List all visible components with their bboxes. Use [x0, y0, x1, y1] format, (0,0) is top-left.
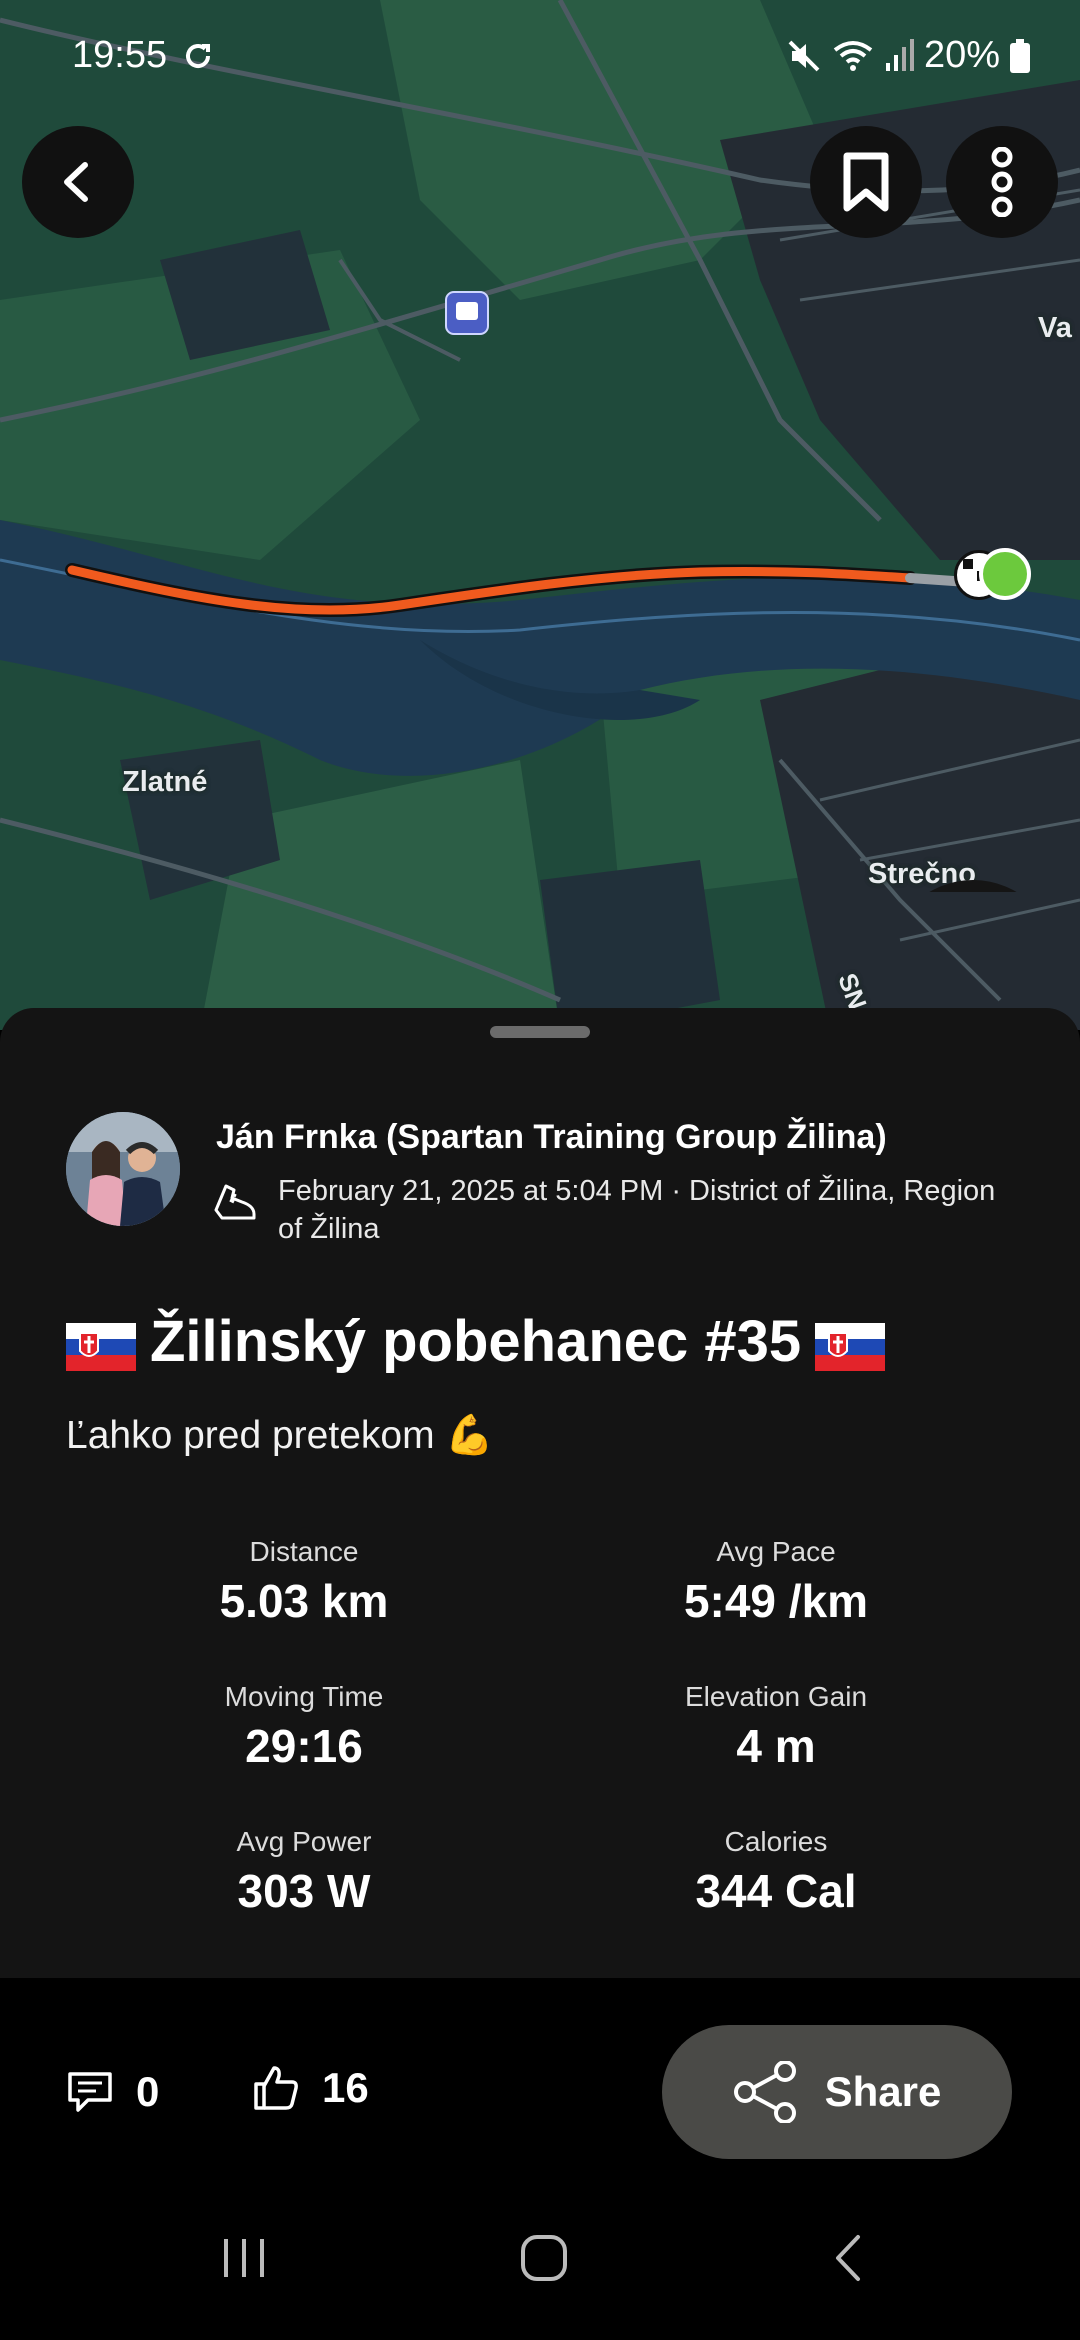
stat-calories: Calories 344 Cal	[566, 1826, 986, 1918]
system-nav-bar	[0, 2178, 1080, 2340]
stat-moving-time: Moving Time 29:16	[94, 1681, 514, 1773]
activity-actions-bar: 0 16 Share	[0, 1978, 1080, 2178]
status-bar: 19:55 20%	[0, 0, 1080, 120]
comments-count: 0	[136, 2068, 160, 2115]
route-end-marker	[979, 548, 1031, 600]
share-button[interactable]: Share	[662, 2025, 1012, 2159]
activity-sheet: Ján Frnka (Spartan Training Group Žilina…	[0, 1008, 1080, 1978]
signal-icon	[885, 38, 914, 71]
kudos-button[interactable]: 16	[252, 2064, 369, 2112]
comments-button[interactable]: 0	[66, 2068, 159, 2116]
stat-distance: Distance 5.03 km	[94, 1536, 514, 1628]
share-label: Share	[824, 2068, 942, 2115]
map-label-va: Va	[1038, 312, 1072, 344]
avatar[interactable]	[66, 1112, 180, 1226]
home-button[interactable]	[504, 2218, 584, 2298]
recent-apps-icon	[224, 2239, 264, 2277]
kudos-count: 16	[322, 2064, 369, 2111]
back-button[interactable]	[22, 126, 134, 238]
sync-icon	[186, 44, 211, 69]
map-label-zlatne: Zlatné	[122, 766, 208, 798]
stat-label: Avg Pace	[716, 1536, 836, 1567]
more-options-button[interactable]	[946, 126, 1058, 238]
share-icon	[733, 2061, 796, 2123]
stat-label: Avg Power	[236, 1826, 372, 1857]
recent-apps-button[interactable]	[204, 2218, 284, 2298]
stat-value: 4 m	[736, 1720, 816, 1772]
stat-label: Moving Time	[224, 1681, 384, 1712]
stat-value: 303 W	[237, 1865, 371, 1917]
route-map[interactable]: Zlatné Strečno Va SN	[0, 0, 1080, 1030]
activity-description: Ľahko pred pretekom 💪	[66, 1414, 494, 1457]
activity-title: Žilinský pobehanec #35	[66, 1308, 886, 1375]
stat-value: 29:16	[245, 1720, 363, 1772]
slovakia-flag-icon	[66, 1318, 136, 1371]
stat-label: Distance	[249, 1536, 359, 1567]
back-icon	[836, 2235, 860, 2281]
avatar-photo	[66, 1112, 180, 1226]
athlete-name[interactable]: Ján Frnka (Spartan Training Group Žilina…	[216, 1118, 887, 1157]
stat-avg-power: Avg Power 303 W	[94, 1826, 514, 1918]
more-vertical-icon	[991, 147, 1013, 217]
stat-label: Calories	[724, 1826, 828, 1857]
stat-elevation-gain: Elevation Gain 4 m	[566, 1681, 986, 1773]
wifi-icon	[833, 40, 873, 71]
stat-value: 344 Cal	[695, 1865, 857, 1917]
home-icon	[521, 2235, 567, 2281]
stat-avg-pace: Avg Pace 5:49 /km	[566, 1536, 986, 1628]
activity-date-location: February 21, 2025 at 5:04 PM · District …	[278, 1175, 996, 1245]
activity-title-text: Žilinský pobehanec #35	[150, 1309, 802, 1374]
slovakia-flag-icon	[815, 1318, 886, 1371]
chevron-left-icon	[64, 162, 88, 202]
sheet-drag-handle[interactable]	[490, 1026, 590, 1038]
stat-value: 5:49 /km	[683, 1575, 869, 1627]
comment-icon	[68, 2072, 112, 2112]
run-shoe-icon	[214, 1184, 256, 1220]
battery-percent: 20%	[923, 34, 1000, 76]
battery-icon	[1010, 38, 1030, 73]
bookmark-button[interactable]	[810, 126, 922, 238]
mute-icon	[788, 40, 820, 71]
thumbs-up-icon	[254, 2066, 298, 2110]
stat-label: Elevation Gain	[684, 1681, 868, 1712]
status-right: 20%	[786, 34, 1030, 77]
status-time: 19:55	[72, 34, 168, 76]
bookmark-icon	[843, 152, 889, 212]
system-back-button[interactable]	[808, 2218, 888, 2298]
stat-value: 5.03 km	[219, 1575, 389, 1627]
